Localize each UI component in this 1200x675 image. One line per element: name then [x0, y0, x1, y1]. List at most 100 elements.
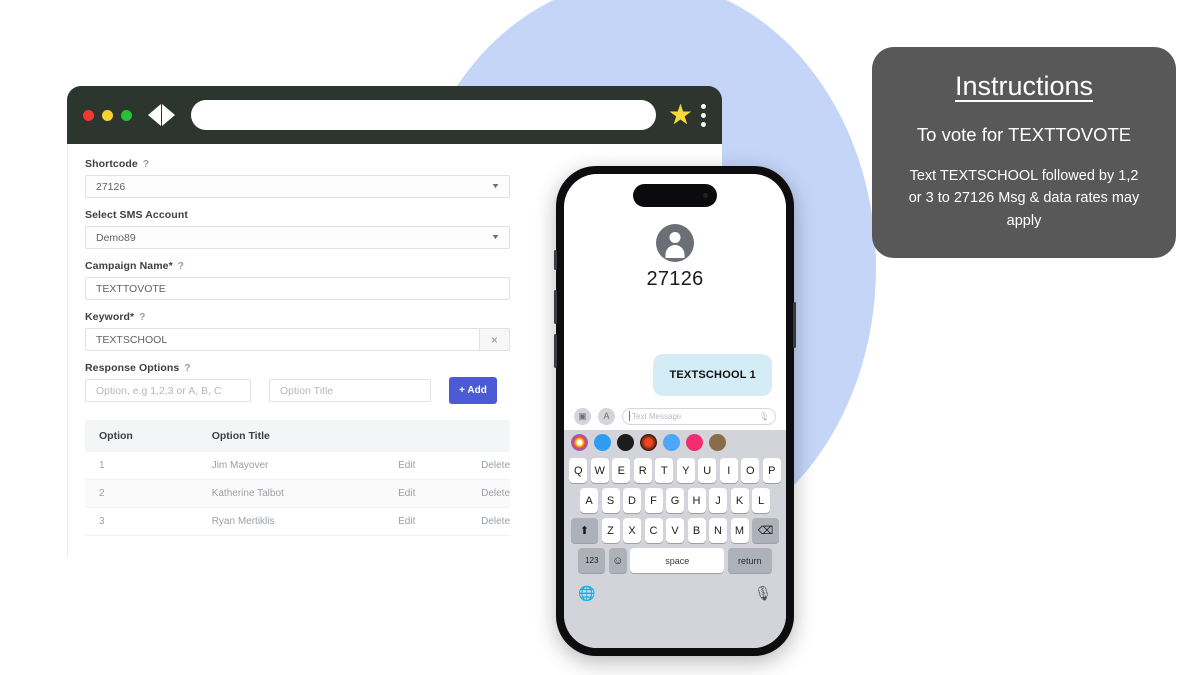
app-store-app-icon[interactable] [594, 433, 611, 451]
key-q[interactable]: Q [569, 458, 588, 483]
key-g[interactable]: G [666, 488, 684, 513]
text-cursor [629, 411, 630, 421]
key-e[interactable]: E [612, 458, 631, 483]
delete-link[interactable]: Delete [467, 452, 510, 480]
minimize-window-dot[interactable] [102, 109, 113, 121]
phone-mockup: 27126 TEXTSCHOOL 1 ▣ A Text Message 🎙 Q … [554, 166, 796, 656]
onscreen-keyboard: Q W E R T Y U I O P A S D F G H J K L ⬆ … [564, 430, 786, 648]
phone-volume-up-button[interactable] [554, 290, 557, 324]
phone-screen: 27126 TEXTSCHOOL 1 ▣ A Text Message 🎙 Q … [564, 174, 786, 648]
key-f[interactable]: F [644, 488, 663, 513]
close-icon[interactable]: × [479, 328, 510, 351]
cell-option: 3 [85, 507, 198, 536]
edit-link[interactable]: Edit [384, 452, 468, 480]
sms-account-value: Demo89 [96, 231, 136, 244]
globe-icon[interactable]: 🌐 [578, 585, 595, 602]
address-bar[interactable] [191, 100, 656, 130]
cell-option-title: Katherine Talbot [197, 479, 385, 508]
key-o[interactable]: O [741, 458, 760, 483]
sms-account-select[interactable]: Demo89 ▼ [85, 226, 510, 249]
key-b[interactable]: B [687, 518, 706, 543]
delete-link[interactable]: Delete [467, 479, 510, 508]
app-store-icon[interactable]: A [598, 407, 615, 425]
space-key[interactable]: space [630, 548, 725, 573]
phone-silent-switch[interactable] [554, 250, 557, 270]
back-arrow-icon[interactable] [148, 104, 161, 126]
key-w[interactable]: W [590, 458, 609, 483]
key-t[interactable]: T [655, 458, 674, 483]
camera-icon[interactable]: ▣ [574, 407, 591, 425]
edit-link[interactable]: Edit [384, 507, 468, 536]
forward-arrow-icon[interactable] [162, 104, 175, 126]
options-table: Option Option Title 1 Jim Mayover Edit D… [85, 420, 510, 536]
images-search-icon[interactable] [686, 433, 703, 451]
memoji-avatar-icon[interactable] [709, 433, 726, 451]
window-traffic-lights [83, 109, 132, 121]
numbers-key[interactable]: 123 [578, 548, 606, 573]
photos-app-icon[interactable] [571, 433, 588, 451]
key-j[interactable]: J [709, 488, 727, 513]
microphone-icon[interactable]: 🎙 [759, 412, 769, 421]
digital-touch-icon[interactable] [663, 433, 680, 451]
emoji-icon[interactable]: ☺ [608, 548, 627, 573]
return-key[interactable]: return [727, 548, 772, 573]
add-option-button[interactable]: + Add [449, 377, 497, 404]
keyword-input-group: TEXTSCHOOL × [85, 328, 510, 351]
backspace-icon[interactable]: ⌫ [752, 518, 779, 543]
table-row: 1 Jim Mayover Edit Delete [85, 452, 510, 480]
key-a[interactable]: A [580, 488, 598, 513]
key-y[interactable]: Y [676, 458, 695, 483]
message-compose-bar: ▣ A Text Message 🎙 [564, 402, 786, 430]
key-p[interactable]: P [762, 458, 781, 483]
key-r[interactable]: R [633, 458, 652, 483]
shortcode-select[interactable]: 27126 ▼ [85, 175, 510, 198]
help-icon[interactable]: ? [178, 261, 184, 272]
message-bubble: TEXTSCHOOL 1 [653, 354, 772, 396]
campaign-name-value: TEXTTOVOTE [96, 282, 166, 295]
dictation-microphone-icon[interactable]: 🎙 [754, 585, 772, 602]
key-d[interactable]: D [623, 488, 641, 513]
cell-option: 2 [85, 479, 198, 508]
contact-name: 27126 [646, 268, 704, 290]
message-input[interactable]: Text Message 🎙 [622, 407, 776, 425]
key-c[interactable]: C [644, 518, 663, 543]
sms-account-label: Select SMS Account [85, 209, 510, 221]
table-header-row: Option Option Title [85, 420, 510, 452]
option-code-input[interactable]: Option, e.g 1,2,3 or A, B, C [85, 379, 251, 402]
keyword-input[interactable]: TEXTSCHOOL [85, 328, 479, 351]
edit-link[interactable]: Edit [384, 479, 468, 508]
help-icon[interactable]: ? [184, 363, 190, 374]
key-v[interactable]: V [666, 518, 684, 543]
kebab-menu-icon[interactable] [701, 103, 706, 127]
option-title-input[interactable]: Option Title [269, 379, 431, 402]
key-u[interactable]: U [698, 458, 717, 483]
phone-power-button[interactable] [793, 302, 796, 348]
conversation-header: 27126 [564, 224, 786, 291]
delete-link[interactable]: Delete [467, 507, 510, 536]
message-input-inner: Text Message [629, 411, 681, 421]
key-k[interactable]: K [730, 488, 749, 513]
key-m[interactable]: M [730, 518, 749, 543]
key-n[interactable]: N [709, 518, 727, 543]
field-response-options: Response Options ? Option, e.g 1,2,3 or … [85, 362, 510, 404]
field-keyword: Keyword* ? TEXTSCHOOL × [85, 311, 510, 351]
cash-app-icon[interactable] [617, 433, 634, 451]
maximize-window-dot[interactable] [121, 109, 132, 121]
campaign-name-label-text: Campaign Name* [85, 260, 173, 272]
help-icon[interactable]: ? [139, 312, 145, 323]
key-i[interactable]: I [719, 458, 738, 483]
help-icon[interactable]: ? [143, 159, 149, 170]
table-row: 3 Ryan Mertiklis Edit Delete [85, 507, 510, 536]
shift-icon[interactable]: ⬆ [571, 518, 598, 543]
close-window-dot[interactable] [83, 109, 94, 121]
campaign-name-input[interactable]: TEXTTOVOTE [85, 277, 510, 300]
key-h[interactable]: H [687, 488, 706, 513]
phone-volume-down-button[interactable] [554, 334, 557, 368]
key-z[interactable]: Z [601, 518, 620, 543]
key-l[interactable]: L [752, 488, 770, 513]
key-s[interactable]: S [601, 488, 620, 513]
key-x[interactable]: X [623, 518, 641, 543]
star-icon[interactable]: ★ [668, 101, 693, 129]
music-app-icon[interactable] [640, 433, 657, 451]
dynamic-island [633, 184, 717, 207]
